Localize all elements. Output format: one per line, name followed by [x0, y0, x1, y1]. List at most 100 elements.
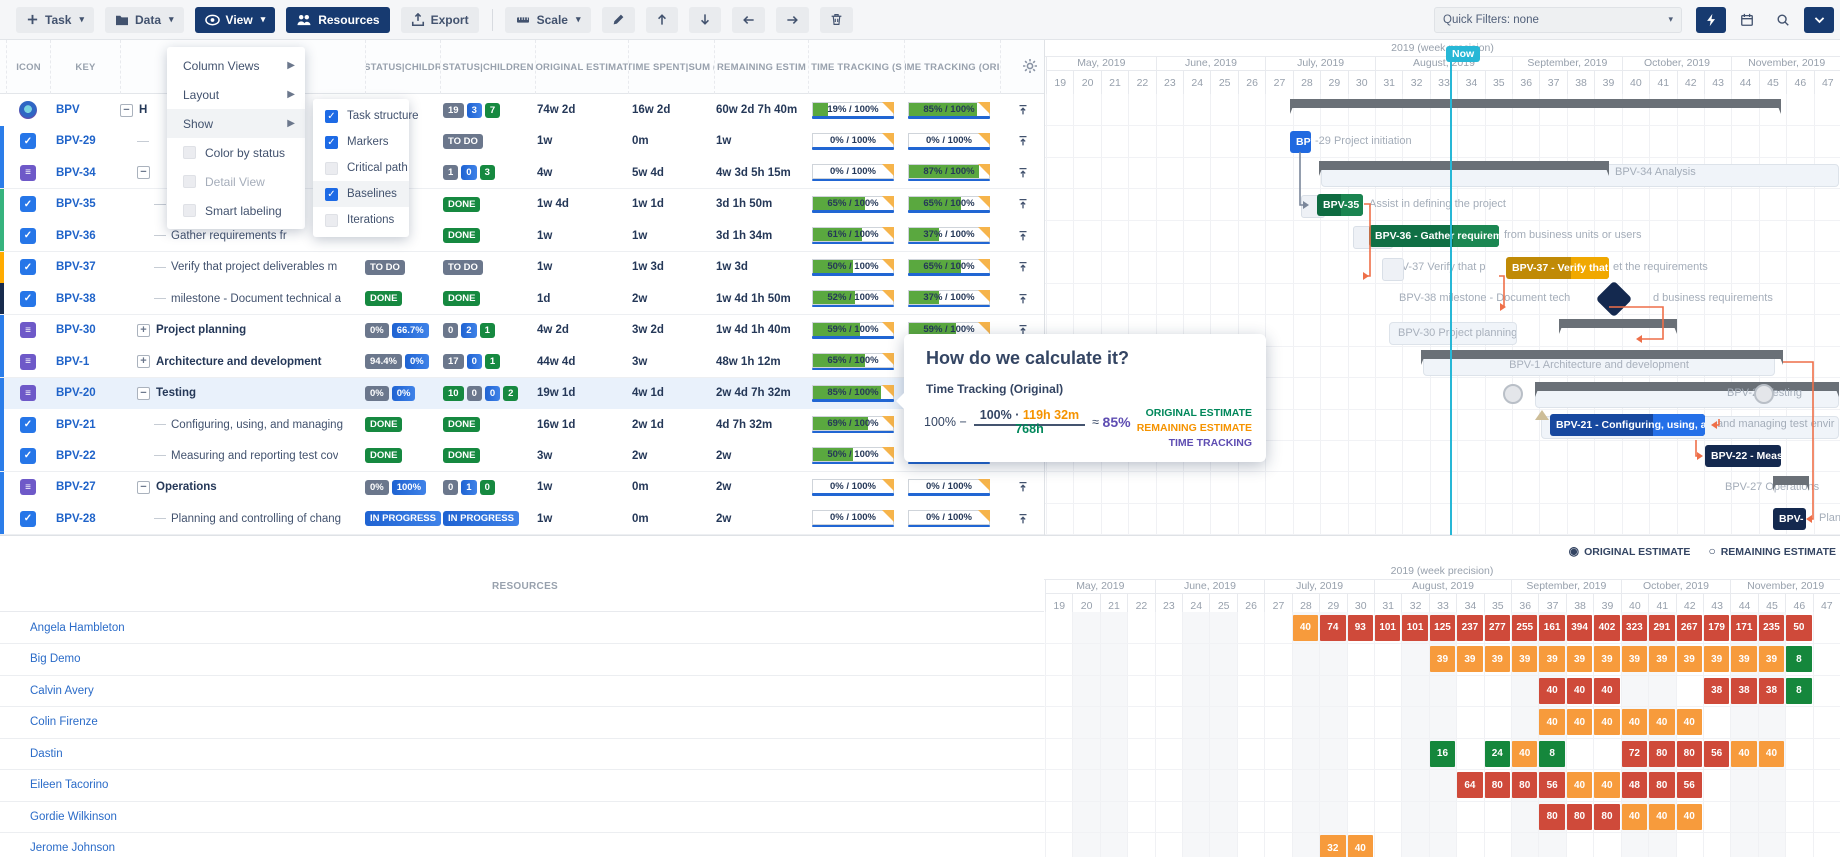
workload-cell[interactable]: 39 — [1704, 646, 1729, 672]
timeline-week-label[interactable]: 36 — [1512, 71, 1539, 94]
time-tracking-bar[interactable]: 0% / 100% — [908, 510, 990, 525]
scroll-to-task-icon[interactable] — [1002, 503, 1044, 534]
timeline-week-label[interactable]: 35 — [1484, 594, 1511, 612]
submenu-item-iterations[interactable]: Iterations — [313, 207, 409, 233]
search-button[interactable] — [1768, 7, 1798, 33]
resource-row[interactable]: Jerome Johnson — [0, 833, 1044, 857]
workload-cell[interactable]: 80 — [1677, 741, 1702, 767]
issue-key-link[interactable]: BPV-1 — [56, 356, 89, 368]
issue-key-link[interactable]: BPV-35 — [56, 198, 96, 210]
workload-cell[interactable]: 40 — [1649, 804, 1674, 830]
workload-cell[interactable]: 40 — [1512, 741, 1537, 767]
time-tracking-bar[interactable]: 50% / 100% — [812, 259, 894, 274]
workload-cell[interactable]: 24 — [1485, 741, 1510, 767]
resources-button[interactable]: Resources — [286, 7, 389, 33]
timeline-week-label[interactable]: 28 — [1293, 71, 1320, 94]
workload-cell[interactable]: 50 — [1786, 615, 1811, 641]
timeline-week-label[interactable]: 46 — [1786, 71, 1813, 94]
resource-name-link[interactable]: Dastin — [30, 738, 63, 769]
column-settings-gear-icon[interactable] — [1022, 58, 1038, 79]
expand-expander[interactable]: + — [137, 355, 150, 368]
time-tracking-bar[interactable]: 59% / 100% — [812, 322, 894, 337]
workload-cell[interactable]: 56 — [1539, 772, 1564, 798]
workload-cell[interactable]: 72 — [1622, 741, 1647, 767]
scroll-to-task-icon[interactable] — [1002, 189, 1044, 220]
milestone-diamond[interactable] — [1596, 281, 1633, 318]
column-header-icon[interactable]: ICON — [6, 40, 50, 94]
scroll-to-task-icon[interactable] — [1002, 252, 1044, 283]
timeline-week-label[interactable]: 19 — [1046, 71, 1073, 94]
scroll-to-task-icon[interactable] — [1002, 220, 1044, 251]
time-tracking-bar[interactable]: 37% / 100% — [908, 290, 990, 305]
workload-cell[interactable]: 277 — [1485, 615, 1510, 641]
outdent-button[interactable] — [732, 7, 765, 33]
menu-item-detail-view[interactable]: Detail View — [167, 167, 305, 196]
timeline-week-label[interactable]: 36 — [1511, 594, 1538, 612]
timeline-week-label[interactable]: 32 — [1401, 594, 1428, 612]
menu-item-layout[interactable]: Layout▶ — [167, 80, 305, 109]
timeline-week-label[interactable]: 39 — [1594, 71, 1621, 94]
resource-row[interactable]: Dastin — [0, 738, 1044, 770]
timeline-week-label[interactable]: 25 — [1210, 71, 1237, 94]
resource-row[interactable]: Calvin Avery — [0, 675, 1044, 707]
workload-cell[interactable]: 171 — [1731, 615, 1756, 641]
collapse-expander[interactable]: − — [137, 166, 150, 179]
table-row[interactable]: ≡BPV-27−Operations0%100%0101w0m2w0% / 10… — [0, 472, 1044, 504]
workload-cell[interactable]: 291 — [1649, 615, 1674, 641]
workload-cell[interactable]: 101 — [1375, 615, 1400, 641]
timeline-week-label[interactable]: 30 — [1347, 594, 1374, 612]
workload-cell[interactable]: 64 — [1457, 772, 1482, 798]
move-up-button[interactable] — [646, 7, 678, 33]
task-bar[interactable]: BPV-36 - Gather requirements — [1369, 225, 1499, 247]
time-tracking-bar[interactable]: 61% / 100% — [812, 227, 894, 242]
resource-row[interactable]: Gordie Wilkinson — [0, 801, 1044, 833]
workload-cell[interactable]: 80 — [1649, 741, 1674, 767]
table-row[interactable]: ≡BPV-34−1034w5w 4d4w 3d 5h 15m0% / 100%8… — [0, 157, 1044, 189]
scroll-to-task-icon[interactable] — [1002, 472, 1044, 503]
workload-cell[interactable]: 39 — [1457, 646, 1482, 672]
workload-cell[interactable]: 40 — [1594, 709, 1619, 735]
time-tracking-bar[interactable]: 65% / 100% — [908, 259, 990, 274]
resource-row[interactable]: Big Demo — [0, 644, 1044, 676]
scroll-to-task-icon[interactable] — [1002, 283, 1044, 314]
workload-cell[interactable]: 40 — [1622, 709, 1647, 735]
timeline-week-label[interactable]: 24 — [1183, 71, 1210, 94]
issue-key-link[interactable]: BPV-34 — [56, 167, 96, 179]
workload-cell[interactable]: 267 — [1677, 615, 1702, 641]
time-tracking-bar[interactable]: 0% / 100% — [812, 133, 894, 148]
resource-name-link[interactable]: Colin Firenze — [30, 707, 98, 738]
issue-key-link[interactable]: BPV-20 — [56, 387, 96, 399]
workload-cell[interactable]: 8 — [1786, 678, 1811, 704]
calendar-button[interactable] — [1732, 7, 1762, 33]
task-name-cell[interactable]: −Operations — [137, 472, 365, 503]
task-name-cell[interactable]: Configuring, using, and managing — [154, 409, 365, 440]
time-tracking-bar[interactable]: 37% / 100% — [908, 227, 990, 242]
workload-cell[interactable]: 39 — [1649, 646, 1674, 672]
timeline-week-label[interactable]: 21 — [1101, 71, 1128, 94]
menu-item-show[interactable]: Show▶ — [167, 109, 305, 138]
timeline-week-label[interactable]: 33 — [1430, 71, 1457, 94]
workload-cell[interactable]: 40 — [1677, 804, 1702, 830]
timeline-week-label[interactable]: 31 — [1374, 594, 1401, 612]
timeline-week-label[interactable]: 37 — [1538, 594, 1565, 612]
task-bar[interactable]: BPV-37 - Verify that — [1506, 257, 1609, 279]
workload-cell[interactable]: 40 — [1594, 772, 1619, 798]
timeline-week-label[interactable]: 34 — [1456, 594, 1483, 612]
time-tracking-bar[interactable]: 85% / 100% — [908, 102, 990, 117]
quick-filters-select[interactable]: Quick Filters: none▾ — [1434, 7, 1682, 33]
task-bar[interactable]: BPV-21 - Configuring, using, an — [1550, 414, 1705, 436]
time-tracking-bar[interactable]: 19% / 100% — [812, 102, 894, 117]
table-row[interactable]: ✓BPV-38milestone - Document technical aD… — [0, 283, 1044, 315]
task-name-cell[interactable]: Planning and controlling of chang — [154, 503, 365, 534]
workload-cell[interactable]: 40 — [1759, 741, 1784, 767]
workload-cell[interactable]: 39 — [1731, 646, 1756, 672]
time-tracking-bar[interactable]: 0% / 100% — [908, 479, 990, 494]
time-tracking-bar[interactable]: 65% / 100% — [812, 353, 894, 368]
workload-cell[interactable]: 80 — [1539, 804, 1564, 830]
workload-cell[interactable]: 39 — [1594, 646, 1619, 672]
timeline-week-label[interactable]: 39 — [1593, 594, 1620, 612]
issue-key-link[interactable]: BPV — [56, 104, 80, 116]
time-tracking-bar[interactable]: 69% / 100% — [812, 416, 894, 431]
workload-cell[interactable]: 40 — [1594, 678, 1619, 704]
workload-cell[interactable]: 39 — [1759, 646, 1784, 672]
